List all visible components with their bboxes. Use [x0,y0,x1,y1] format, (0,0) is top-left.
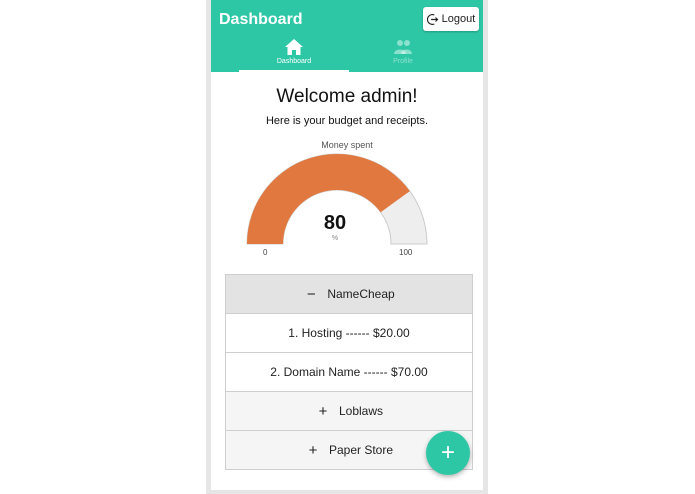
welcome-heading: Welcome admin! [276,86,418,107]
people-icon [394,40,412,54]
minus-icon: − [306,285,316,303]
list-item: 2. Domain Name ------ $70.00 [226,353,472,392]
active-tab-indicator [239,70,349,72]
gauge-min-label: 0 [263,248,268,257]
plus-icon: + [318,402,328,420]
accordion-title: Loblaws [338,404,384,418]
tab-dashboard[interactable]: Dashboard [239,38,349,72]
plus-icon: + [308,441,318,459]
accordion-header-loblaws[interactable]: + Loblaws [226,392,472,431]
logout-icon [426,13,439,25]
device-frame: Dashboard Logout Dashboard Profile Welco… [206,0,488,494]
receipt-line: 2. Domain Name ------ $70.00 [270,365,428,379]
gauge-max-label: 100 [399,248,413,257]
accordion-title: Paper Store [328,443,394,457]
gauge-title: Money spent [321,140,373,150]
tab-dashboard-label: Dashboard [276,58,312,65]
gauge-value: 80 [323,212,347,234]
tab-profile-label: Profile [393,58,413,65]
app-screen: Dashboard Logout Dashboard Profile Welco… [211,0,483,490]
top-bar: Dashboard Logout Dashboard Profile [211,0,483,72]
gauge-unit: % [331,235,339,242]
welcome-subtitle: Here is your budget and receipts. [265,115,429,127]
app-title: Dashboard [219,11,303,28]
list-item: 1. Hosting ------ $20.00 [226,314,472,353]
accordion-title: NameCheap [327,287,395,301]
logout-label: Logout [441,13,476,25]
receipt-line: 1. Hosting ------ $20.00 [288,326,410,340]
tab-profile[interactable]: Profile [348,38,458,72]
home-icon [285,39,303,55]
logout-button[interactable]: Logout [423,7,479,31]
add-receipt-button[interactable]: + [426,431,470,475]
accordion-header-namecheap[interactable]: − NameCheap [226,275,472,314]
